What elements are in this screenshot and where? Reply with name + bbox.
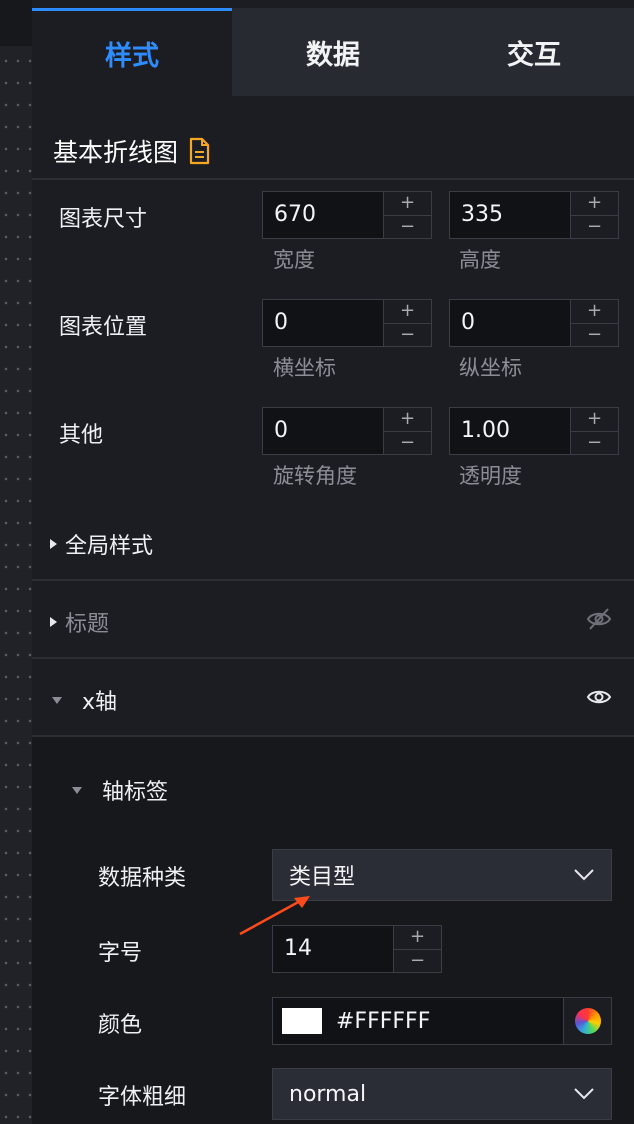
decrement-button[interactable]: −	[571, 322, 618, 347]
tab-data[interactable]: 数据	[232, 8, 434, 96]
increment-button[interactable]: +	[384, 408, 431, 431]
document-icon[interactable]	[188, 137, 210, 165]
decrement-button[interactable]: −	[384, 322, 431, 347]
opacity-stepper[interactable]: + −	[570, 408, 618, 454]
eye-icon[interactable]	[586, 684, 612, 710]
opacity-input[interactable]: 1.00	[450, 408, 570, 454]
x-axis-section-header[interactable]: x轴	[52, 684, 117, 716]
other-label: 其他	[59, 423, 104, 448]
width-stepper[interactable]: + −	[383, 192, 431, 238]
global-style-title: 全局样式	[65, 534, 154, 559]
color-hex-input[interactable]: #FFFFFF	[336, 1009, 563, 1034]
font-weight-value: normal	[289, 1081, 367, 1107]
decrement-button[interactable]: −	[571, 214, 618, 239]
style-panel: 样式 数据 交互 基本折线图 图表尺寸 670 + − 宽度 335 + − 高…	[32, 0, 634, 1124]
font-size-field[interactable]: 14 + −	[272, 925, 442, 973]
chevron-down-icon	[574, 869, 594, 881]
chart-size-label: 图表尺寸	[59, 207, 148, 232]
title-section-title: 标题	[65, 612, 110, 637]
increment-button[interactable]: +	[571, 408, 618, 431]
decrement-button[interactable]: −	[384, 214, 431, 239]
rotation-input[interactable]: 0	[263, 408, 383, 454]
component-title: 基本折线图	[53, 133, 210, 169]
panel-tabs: 样式 数据 交互	[32, 8, 634, 96]
color-picker-button[interactable]	[563, 998, 611, 1044]
y-position-field[interactable]: 0 + −	[449, 299, 619, 347]
increment-button[interactable]: +	[571, 192, 618, 215]
color-label: 颜色	[98, 1013, 143, 1038]
x-position-field[interactable]: 0 + −	[262, 299, 432, 347]
font-size-label: 字号	[98, 941, 143, 966]
collapse-icon	[72, 786, 82, 794]
tab-interaction[interactable]: 交互	[434, 8, 634, 96]
y-position-label: 纵坐标	[459, 356, 522, 380]
divider	[32, 657, 634, 659]
tab-style[interactable]: 样式	[32, 8, 232, 96]
data-type-select[interactable]: 类目型	[272, 849, 612, 901]
rotation-stepper[interactable]: + −	[383, 408, 431, 454]
rotation-label: 旋转角度	[273, 464, 357, 488]
x-position-stepper[interactable]: + −	[383, 300, 431, 346]
title-section-header[interactable]: 标题	[50, 606, 109, 638]
height-field[interactable]: 335 + −	[449, 191, 619, 239]
y-position-input[interactable]: 0	[450, 300, 570, 346]
eye-slash-icon[interactable]	[586, 606, 612, 632]
height-input[interactable]: 335	[450, 192, 570, 238]
color-field[interactable]: #FFFFFF	[272, 997, 612, 1045]
decrement-button[interactable]: −	[394, 948, 441, 973]
rotation-field[interactable]: 0 + −	[262, 407, 432, 455]
width-label: 宽度	[273, 248, 315, 272]
data-type-label: 数据种类	[98, 866, 187, 891]
divider	[32, 579, 634, 581]
font-size-input[interactable]: 14	[273, 926, 393, 972]
divider	[32, 178, 634, 180]
chart-position-label: 图表位置	[59, 315, 148, 340]
height-stepper[interactable]: + −	[570, 192, 618, 238]
increment-button[interactable]: +	[384, 192, 431, 215]
opacity-field[interactable]: 1.00 + −	[449, 407, 619, 455]
collapse-icon	[52, 696, 62, 704]
font-weight-select[interactable]: normal	[272, 1068, 612, 1120]
color-wheel-icon	[574, 1008, 601, 1034]
component-title-text: 基本折线图	[53, 138, 179, 167]
width-field[interactable]: 670 + −	[262, 191, 432, 239]
increment-button[interactable]: +	[571, 300, 618, 323]
font-size-stepper[interactable]: + −	[393, 926, 441, 972]
x-position-input[interactable]: 0	[263, 300, 383, 346]
chevron-down-icon	[574, 1088, 594, 1100]
expand-icon	[50, 617, 57, 627]
global-style-section-header[interactable]: 全局样式	[50, 528, 153, 560]
opacity-label: 透明度	[459, 464, 522, 488]
increment-button[interactable]: +	[394, 926, 441, 949]
decrement-button[interactable]: −	[571, 430, 618, 455]
axis-labels-section-header[interactable]: 轴标签	[72, 774, 168, 806]
decrement-button[interactable]: −	[384, 430, 431, 455]
data-type-value: 类目型	[289, 865, 356, 890]
color-swatch[interactable]	[282, 1008, 322, 1034]
expand-icon	[50, 539, 57, 549]
canvas-grid-strip	[0, 0, 32, 1124]
height-label: 高度	[459, 248, 501, 272]
axis-labels-title: 轴标签	[102, 780, 169, 805]
x-position-label: 横坐标	[273, 356, 336, 380]
width-input[interactable]: 670	[263, 192, 383, 238]
x-axis-title: x轴	[82, 690, 118, 715]
increment-button[interactable]: +	[384, 300, 431, 323]
y-position-stepper[interactable]: + −	[570, 300, 618, 346]
font-weight-label: 字体粗细	[98, 1085, 187, 1110]
